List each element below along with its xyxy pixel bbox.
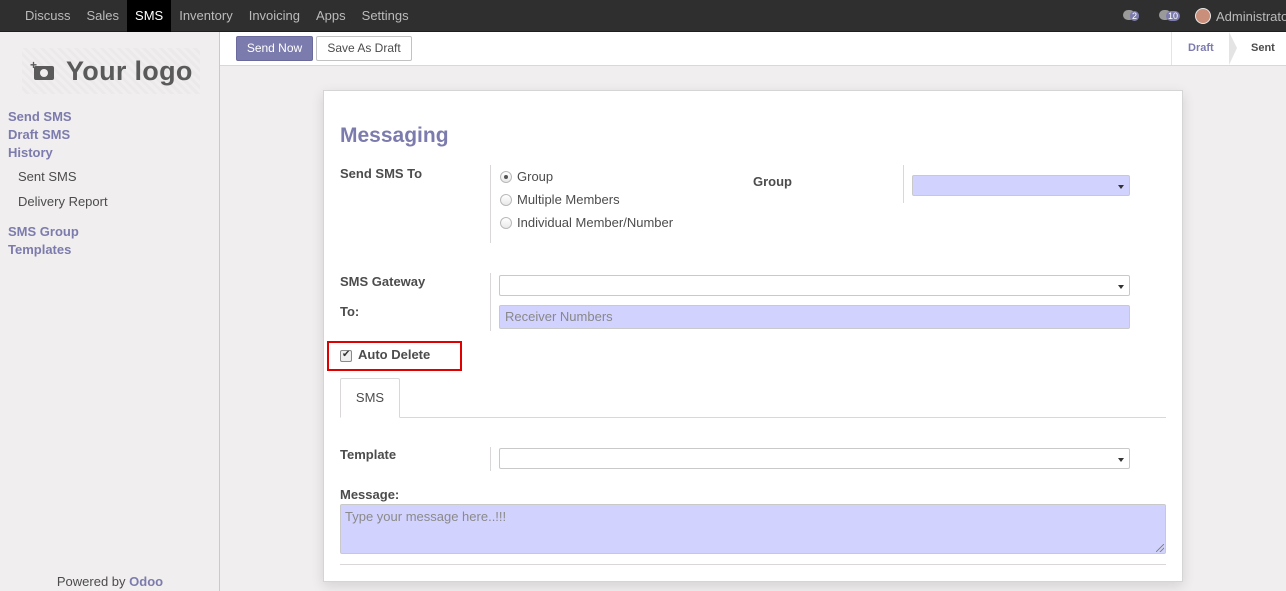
status-bar: Draft Sent: [1171, 32, 1286, 65]
menu-invoicing[interactable]: Invoicing: [241, 0, 308, 32]
radio-label: Individual Member/Number: [517, 215, 674, 230]
radio-group[interactable]: Group: [500, 169, 553, 184]
chat-icon[interactable]: 2: [1123, 8, 1145, 24]
radio-icon: [500, 193, 512, 206]
avatar: [1195, 8, 1211, 24]
top-navbar: Discuss Sales SMS Inventory Invoicing Ap…: [0, 0, 1286, 32]
group-label: Group: [753, 174, 792, 189]
sidebar-item-history[interactable]: History: [8, 144, 53, 162]
sidebar-item-draft-sms[interactable]: Draft SMS: [8, 126, 70, 144]
sidebar: + Your logo Send SMS Draft SMS History S…: [0, 32, 220, 591]
save-as-draft-button[interactable]: Save As Draft: [316, 36, 412, 61]
main-menu: Discuss Sales SMS Inventory Invoicing Ap…: [17, 0, 417, 32]
stage-sent[interactable]: Sent: [1229, 32, 1286, 65]
odoo-link[interactable]: Odoo: [129, 574, 163, 589]
user-name: Administrator: [1216, 8, 1286, 24]
chevron-down-icon: [1118, 185, 1124, 189]
page-title: Messaging: [340, 124, 449, 147]
messages-badge: 10: [1166, 11, 1181, 21]
radio-label: Multiple Members: [517, 192, 620, 207]
logo-text: Your logo: [66, 55, 193, 86]
divider: [903, 165, 904, 203]
radio-individual-member[interactable]: Individual Member/Number: [500, 215, 673, 230]
sidebar-item-send-sms[interactable]: Send SMS: [8, 108, 72, 126]
menu-sales[interactable]: Sales: [79, 0, 128, 32]
tab-sms[interactable]: SMS: [340, 378, 400, 418]
sms-gateway-select[interactable]: [499, 275, 1130, 296]
sidebar-item-sent-sms[interactable]: Sent SMS: [18, 169, 77, 184]
divider: [490, 273, 491, 331]
radio-multiple-members[interactable]: Multiple Members: [500, 192, 620, 207]
form-sheet: Messaging Send SMS To Group Multiple Mem…: [323, 90, 1183, 582]
group-select[interactable]: [912, 175, 1130, 196]
stage-draft[interactable]: Draft: [1171, 32, 1237, 65]
tabs-divider: [340, 417, 1166, 418]
to-label: To:: [340, 304, 360, 319]
chevron-down-icon: [1118, 285, 1124, 289]
resize-handle-icon[interactable]: [1156, 544, 1164, 552]
template-label: Template: [340, 447, 397, 462]
chat-badge: 2: [1130, 11, 1140, 21]
menu-discuss[interactable]: Discuss: [17, 0, 79, 32]
divider: [490, 165, 491, 243]
control-panel: Send Now Save As Draft Draft Sent: [220, 32, 1286, 66]
radio-icon: [500, 216, 512, 229]
auto-delete-label: Auto Delete: [358, 347, 431, 362]
messages-icon[interactable]: 10: [1159, 8, 1181, 24]
menu-apps[interactable]: Apps: [308, 0, 354, 32]
camera-icon: +: [30, 58, 56, 80]
systray: 2 10 Administrator: [1123, 0, 1286, 32]
auto-delete-checkbox[interactable]: [340, 349, 352, 362]
sidebar-item-sms-group[interactable]: SMS Group: [8, 223, 79, 241]
company-logo[interactable]: + Your logo: [22, 48, 200, 94]
send-now-button[interactable]: Send Now: [236, 36, 313, 61]
message-textarea[interactable]: Type your message here..!!!: [340, 504, 1166, 554]
template-select[interactable]: [499, 448, 1130, 469]
message-placeholder: Type your message here..!!!: [345, 509, 507, 524]
message-label: Message:: [340, 487, 400, 502]
powered-by: Powered by Odoo: [0, 574, 220, 589]
radio-icon: [500, 170, 512, 183]
sms-gateway-label: SMS Gateway: [340, 274, 426, 289]
sidebar-item-templates[interactable]: Templates: [8, 241, 71, 259]
send-sms-to-label: Send SMS To: [340, 166, 423, 181]
receiver-numbers-input[interactable]: Receiver Numbers: [499, 305, 1130, 329]
radio-label: Group: [517, 169, 554, 184]
menu-inventory[interactable]: Inventory: [171, 0, 240, 32]
powered-by-text: Powered by: [56, 574, 126, 589]
sidebar-item-delivery-report[interactable]: Delivery Report: [18, 194, 108, 209]
user-menu[interactable]: Administrator: [1195, 8, 1286, 24]
divider: [340, 564, 1166, 565]
menu-sms[interactable]: SMS: [127, 0, 172, 32]
menu-settings[interactable]: Settings: [354, 0, 417, 32]
divider: [490, 447, 491, 471]
chevron-down-icon: [1118, 458, 1124, 462]
